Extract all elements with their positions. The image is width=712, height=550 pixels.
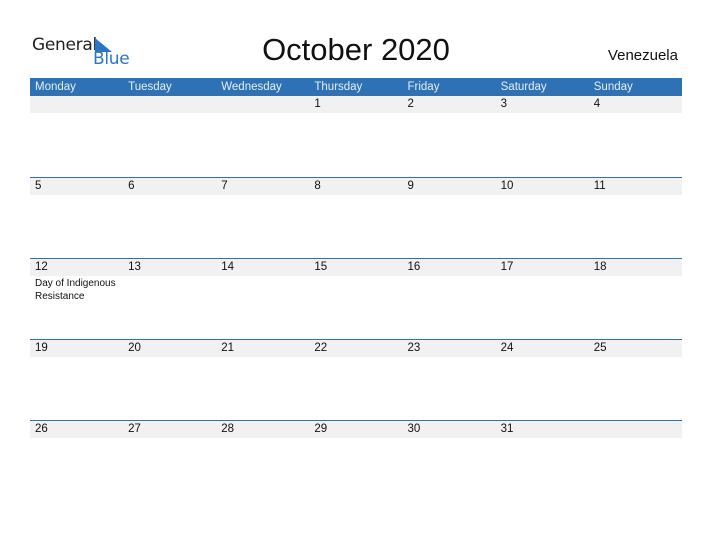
holiday-event bbox=[496, 438, 589, 439]
weekday-monday: Monday bbox=[35, 81, 76, 93]
events-row: Day of Indigenous Resistance bbox=[30, 276, 682, 303]
holiday-event bbox=[123, 195, 216, 196]
day-number: 3 bbox=[500, 98, 508, 110]
holiday-event bbox=[589, 438, 682, 439]
day-number: 19 bbox=[35, 342, 48, 354]
day-number: 12 bbox=[35, 261, 48, 273]
date-band: 19 20 21 22 23 24 25 bbox=[30, 340, 682, 357]
week-row: 26 27 28 29 30 31 bbox=[30, 420, 682, 439]
holiday-event: Day of Indigenous Resistance bbox=[35, 278, 116, 302]
day-number bbox=[216, 96, 309, 113]
holiday-event bbox=[496, 276, 589, 303]
weekday-saturday: Saturday bbox=[500, 81, 547, 93]
day-number: 28 bbox=[221, 423, 235, 435]
holiday-event bbox=[589, 276, 682, 303]
day-number: 10 bbox=[500, 180, 514, 192]
holiday-event bbox=[123, 438, 216, 439]
weekday-header: Monday Tuesday Wednesday Thursday Friday… bbox=[30, 78, 682, 96]
week-row: 5 6 7 8 9 10 11 bbox=[30, 177, 682, 196]
holiday-event bbox=[403, 357, 496, 358]
holiday-event bbox=[309, 438, 402, 439]
holiday-event bbox=[30, 357, 123, 358]
day-number: 5 bbox=[35, 180, 42, 192]
date-band: 1 2 3 4 bbox=[30, 96, 682, 113]
day-number: 22 bbox=[314, 342, 328, 354]
day-number: 2 bbox=[407, 98, 414, 110]
day-number: 4 bbox=[593, 98, 601, 110]
holiday-event bbox=[589, 195, 682, 196]
holiday-event bbox=[309, 113, 402, 114]
weekday-tuesday: Tuesday bbox=[128, 81, 172, 93]
events-row bbox=[30, 357, 682, 358]
date-band: 26 27 28 29 30 31 bbox=[30, 421, 682, 438]
day-number: 14 bbox=[221, 261, 235, 273]
holiday-event bbox=[123, 357, 216, 358]
day-number: 1 bbox=[314, 98, 321, 110]
week-row: 19 20 21 22 23 24 25 bbox=[30, 339, 682, 358]
day-number: 17 bbox=[500, 261, 514, 273]
holiday-event bbox=[589, 357, 682, 358]
day-number: 29 bbox=[314, 423, 328, 435]
country-label: Venezuela bbox=[607, 47, 678, 64]
day-number: 23 bbox=[407, 342, 421, 354]
holiday-event bbox=[403, 113, 496, 114]
holiday-event bbox=[123, 276, 216, 303]
day-number: 6 bbox=[128, 180, 135, 192]
day-number: 18 bbox=[593, 261, 607, 273]
events-row bbox=[30, 113, 682, 114]
day-number: 7 bbox=[221, 180, 228, 192]
holiday-event bbox=[216, 438, 309, 439]
holiday-event bbox=[30, 195, 123, 196]
day-number: 25 bbox=[593, 342, 607, 354]
holiday-event bbox=[30, 438, 123, 439]
day-number: 26 bbox=[35, 423, 48, 435]
holiday-event bbox=[589, 113, 682, 114]
holiday-event bbox=[496, 113, 589, 114]
day-number: 16 bbox=[407, 261, 421, 273]
holiday-event bbox=[216, 195, 309, 196]
events-row bbox=[30, 195, 682, 196]
day-number: 27 bbox=[128, 423, 141, 435]
date-band: 12 13 14 15 16 17 18 bbox=[30, 259, 682, 276]
holiday-event bbox=[216, 276, 309, 303]
day-number: 24 bbox=[500, 342, 514, 354]
weekday-friday: Friday bbox=[407, 81, 440, 93]
day-number: 20 bbox=[128, 342, 141, 354]
holiday-event bbox=[496, 357, 589, 358]
day-number: 30 bbox=[407, 423, 421, 435]
day-number bbox=[30, 96, 123, 113]
holiday-event bbox=[216, 113, 309, 114]
holiday-event bbox=[30, 113, 123, 114]
day-number: 15 bbox=[314, 261, 328, 273]
holiday-event bbox=[403, 276, 496, 303]
holiday-event bbox=[216, 357, 309, 358]
holiday-event bbox=[403, 195, 496, 196]
date-band: 5 6 7 8 9 10 11 bbox=[30, 178, 682, 195]
holiday-event bbox=[309, 276, 402, 303]
day-number bbox=[123, 96, 216, 113]
events-row bbox=[30, 438, 682, 439]
week-row: 12 13 14 15 16 17 18 Day of Indigenous Resistan… bbox=[30, 258, 682, 303]
holiday-event bbox=[309, 357, 402, 358]
day-number: 31 bbox=[500, 423, 514, 435]
weekday-sunday: Sunday bbox=[593, 81, 633, 93]
day-number: 21 bbox=[221, 342, 235, 354]
day-number: 8 bbox=[314, 180, 321, 192]
holiday-event bbox=[496, 195, 589, 196]
day-number: 9 bbox=[407, 180, 414, 192]
holiday-event bbox=[309, 195, 402, 196]
calendar-title: October 2020 bbox=[262, 32, 450, 67]
holiday-event bbox=[403, 438, 496, 439]
day-number: 13 bbox=[128, 261, 141, 273]
weekday-wednesday: Wednesday bbox=[221, 81, 282, 93]
week-row: 1 2 3 4 bbox=[30, 96, 682, 114]
day-number bbox=[589, 421, 682, 438]
day-number: 11 bbox=[593, 180, 606, 192]
holiday-event bbox=[123, 113, 216, 114]
weekday-thursday: Thursday bbox=[314, 81, 363, 93]
